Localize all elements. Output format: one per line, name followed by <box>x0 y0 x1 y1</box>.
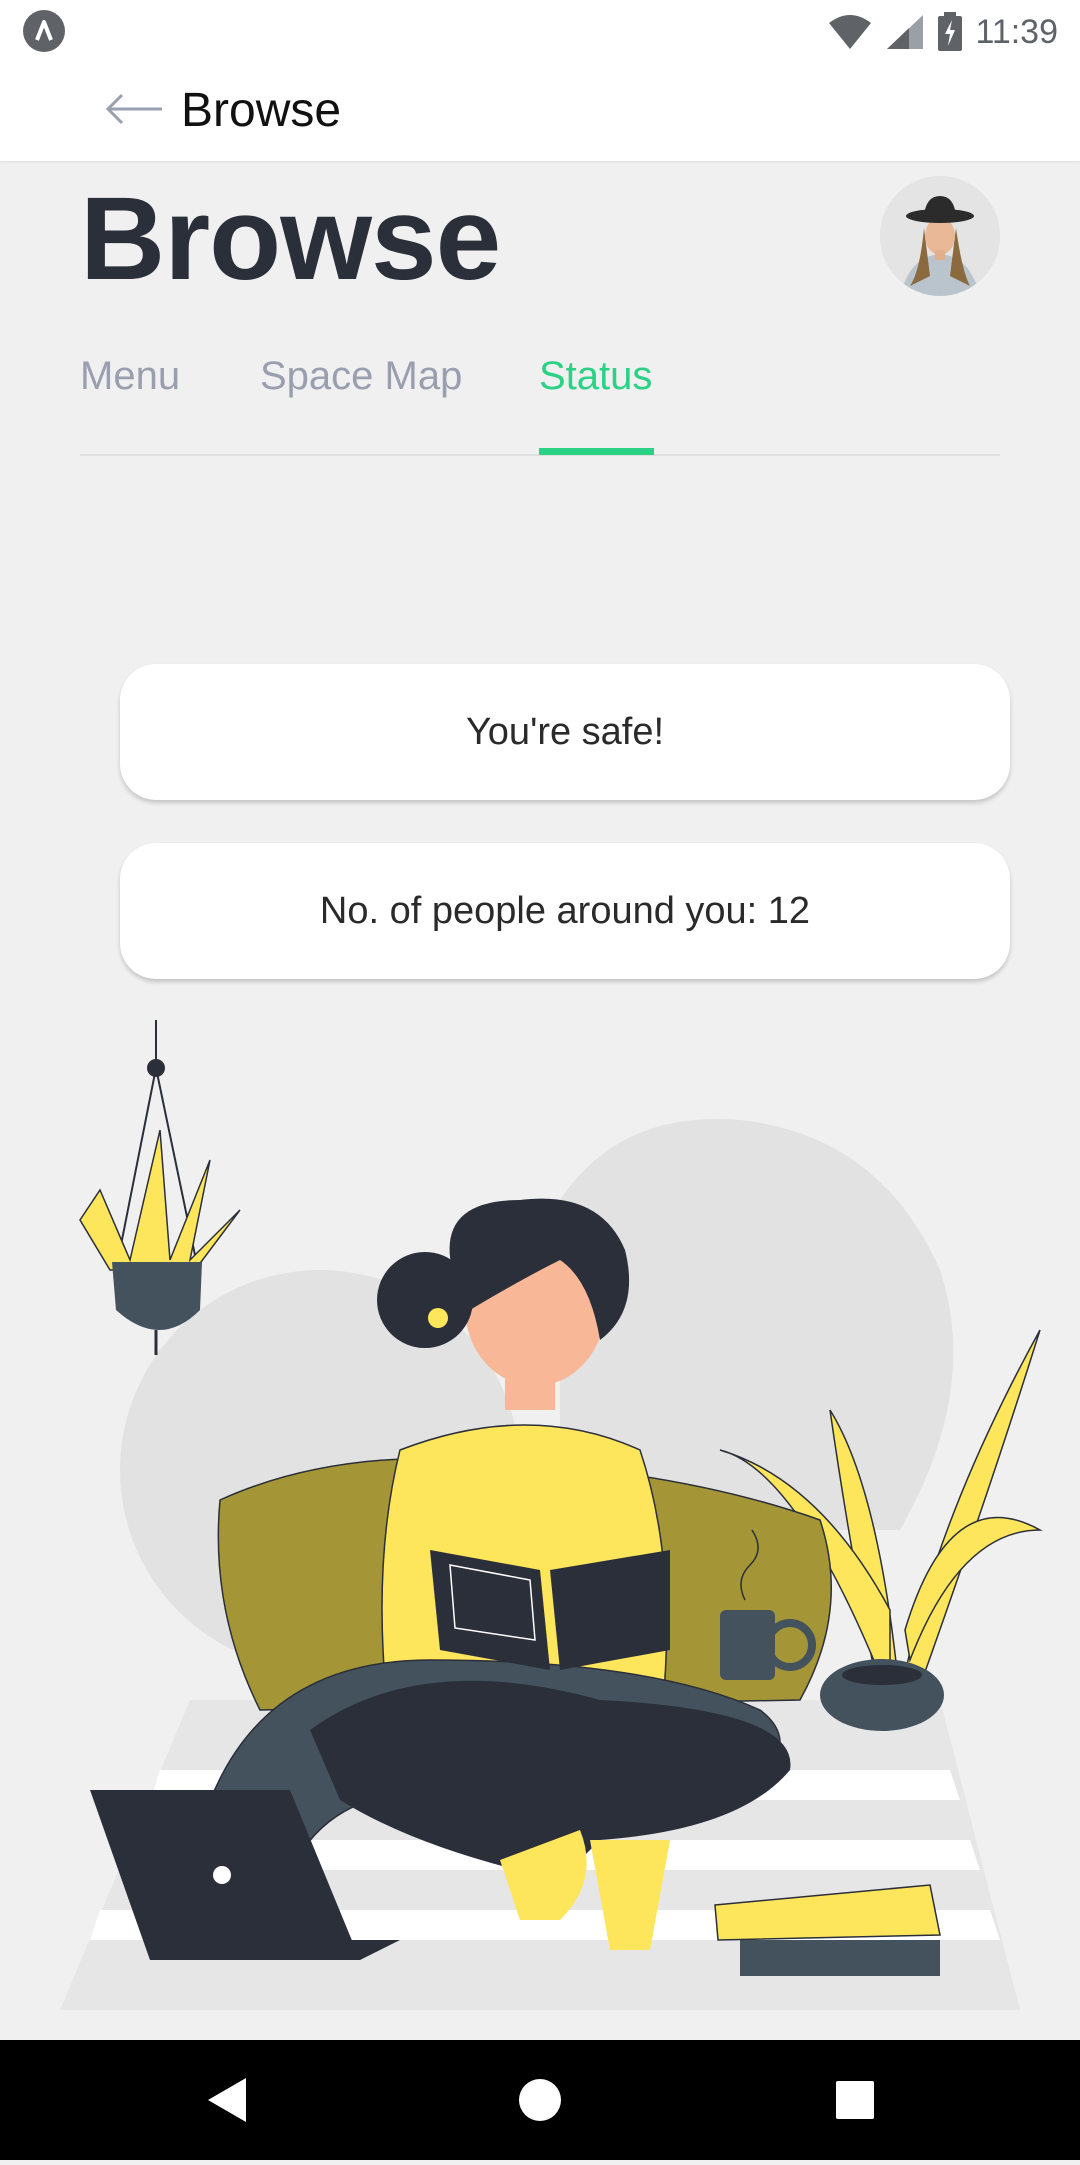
people-count-text: No. of people around you: 12 <box>319 889 811 932</box>
woman-reading-book-illustration <box>0 1010 1080 2040</box>
app-bar: Browse <box>0 63 1080 161</box>
tab-status[interactable]: Status <box>539 354 652 399</box>
tab-bar: Menu Space Map Status <box>80 354 1000 457</box>
back-button[interactable] <box>104 89 164 129</box>
active-tab-indicator <box>539 448 654 455</box>
home-circle-icon <box>519 2079 561 2121</box>
people-count-card: No. of people around you: 12 <box>120 843 1010 979</box>
nav-home-button[interactable] <box>480 2040 600 2160</box>
tab-space-map[interactable]: Space Map <box>260 354 462 399</box>
status-bar: 11:39 <box>0 0 1080 63</box>
stacked-books <box>740 1940 940 1976</box>
status-time: 11:39 <box>975 12 1058 51</box>
safety-status-text: You're safe! <box>465 710 665 753</box>
nav-recents-button[interactable] <box>795 2040 915 2160</box>
app-bar-title: Browse <box>181 84 342 137</box>
recents-square-icon <box>836 2081 874 2119</box>
status-icons: 11:39 <box>827 8 1058 56</box>
back-triangle-icon <box>208 2078 246 2122</box>
safety-status-card: You're safe! <box>120 664 1010 800</box>
system-navigation-bar <box>0 2040 1080 2160</box>
battery-charging-icon <box>938 12 963 51</box>
user-avatar <box>880 176 1000 296</box>
wifi-icon <box>829 15 872 49</box>
page-title: Browse <box>80 173 501 305</box>
arrow-left-icon <box>105 93 162 125</box>
signal-icon <box>887 15 924 49</box>
nav-back-button[interactable] <box>166 2040 286 2160</box>
tab-menu[interactable]: Menu <box>80 354 180 399</box>
app-notification-icon <box>23 10 65 52</box>
avatar[interactable] <box>880 176 1000 296</box>
